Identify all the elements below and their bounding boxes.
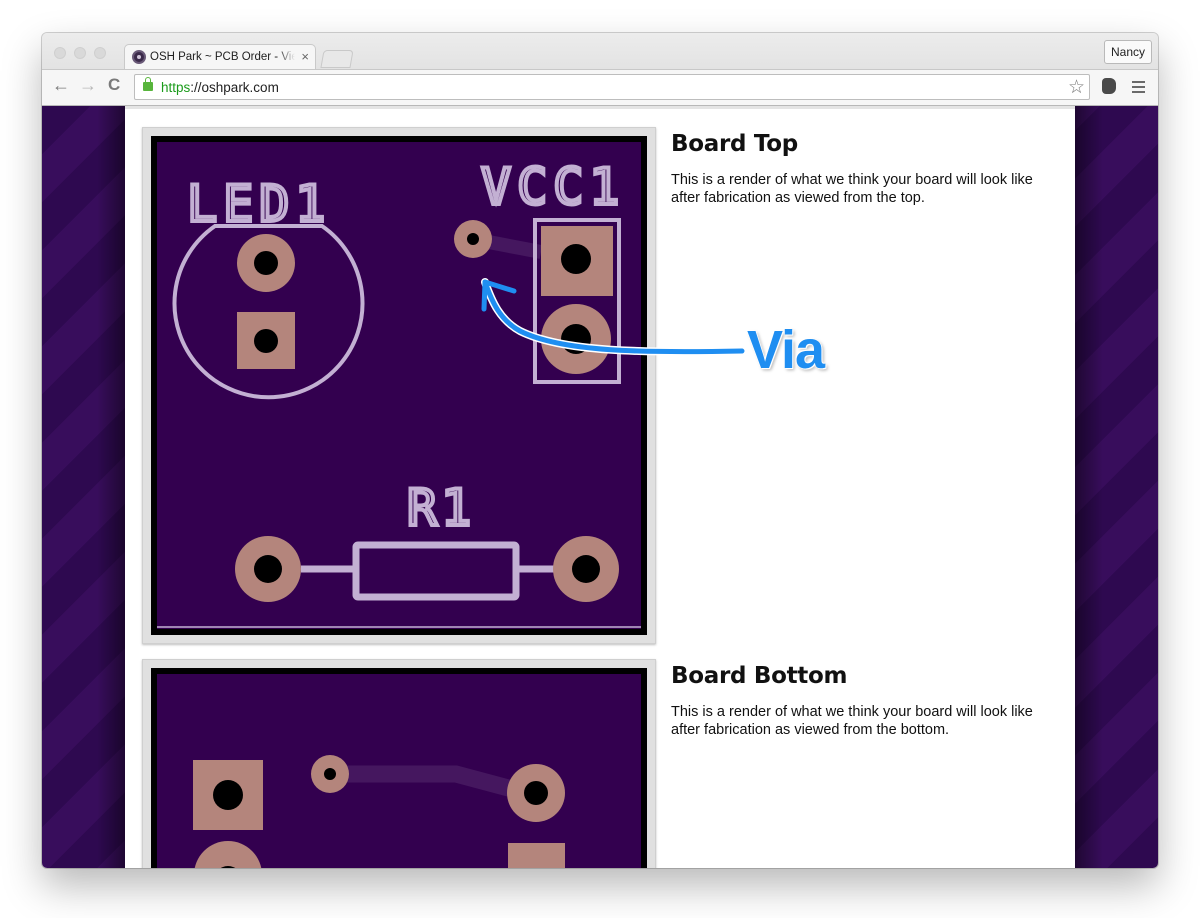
drill-hole <box>524 781 548 805</box>
right-shadow <box>1075 106 1103 868</box>
drill-hole <box>254 329 278 353</box>
drill-hole <box>572 555 600 583</box>
left-shadow <box>97 106 125 868</box>
hamburger-menu-icon[interactable] <box>1132 81 1145 96</box>
r1-silk-label: R1 <box>407 479 475 537</box>
tab-title: OSH Park ~ PCB Order - View Order <box>150 51 295 63</box>
minimize-window-button[interactable] <box>74 47 86 59</box>
drill-hole <box>213 780 243 810</box>
bookmark-star-icon[interactable]: ☆ <box>1068 76 1085 99</box>
board-top-description: This is a render of what we think your b… <box>671 172 1033 206</box>
back-arrow-icon[interactable]: ← <box>52 75 70 96</box>
board-bottom-image <box>151 668 647 868</box>
bottom-pad-square <box>508 843 565 868</box>
board-top-image: LED1 VCC1 R1 <box>151 136 647 635</box>
address-bar[interactable]: https://oshpark.com ☆ <box>134 74 1090 100</box>
board-bottom-section: Board Bottom This is a render of what we… <box>671 663 1051 739</box>
board-bottom-heading: Board Bottom <box>671 663 848 689</box>
drill-hole <box>254 555 282 583</box>
page-viewport: LED1 VCC1 R1 Board Top This is a render … <box>42 106 1158 868</box>
page-content: LED1 VCC1 R1 Board Top This is a render … <box>125 106 1075 868</box>
board-bottom-render <box>142 659 656 868</box>
close-window-button[interactable] <box>54 47 66 59</box>
drill-hole <box>561 324 591 354</box>
new-tab-button[interactable] <box>320 50 354 68</box>
oshpark-favicon-icon <box>132 50 146 64</box>
drill-hole <box>254 251 278 275</box>
board-top-section: Board Top This is a render of what we th… <box>671 131 1051 207</box>
board-bottom-description: This is a render of what we think your b… <box>671 704 1033 738</box>
evernote-extension-icon[interactable] <box>1102 78 1116 94</box>
board-top-heading: Board Top <box>671 131 798 157</box>
vcc1-silk-label: VCC1 <box>481 158 625 216</box>
forward-arrow-icon[interactable]: → <box>79 75 97 96</box>
reload-icon[interactable]: C <box>108 75 120 95</box>
drill-hole <box>561 244 591 274</box>
browser-window: OSH Park ~ PCB Order - View Order × Nanc… <box>42 33 1158 868</box>
lock-icon <box>143 77 153 91</box>
zoom-window-button[interactable] <box>94 47 106 59</box>
tab-close-icon[interactable]: × <box>301 49 309 64</box>
browser-toolbar: ← → C https://oshpark.com ☆ <box>42 69 1158 106</box>
tab-strip: OSH Park ~ PCB Order - View Order × Nanc… <box>42 33 1158 71</box>
via-annotation-label: Via <box>747 320 825 380</box>
board-top-render: LED1 VCC1 R1 <box>142 127 656 644</box>
tab-oshpark[interactable]: OSH Park ~ PCB Order - View Order × <box>124 44 316 71</box>
url-text[interactable]: https://oshpark.com <box>161 80 279 95</box>
drill-hole <box>324 768 336 780</box>
drill-hole <box>467 233 479 245</box>
profile-button[interactable]: Nancy <box>1103 40 1152 64</box>
